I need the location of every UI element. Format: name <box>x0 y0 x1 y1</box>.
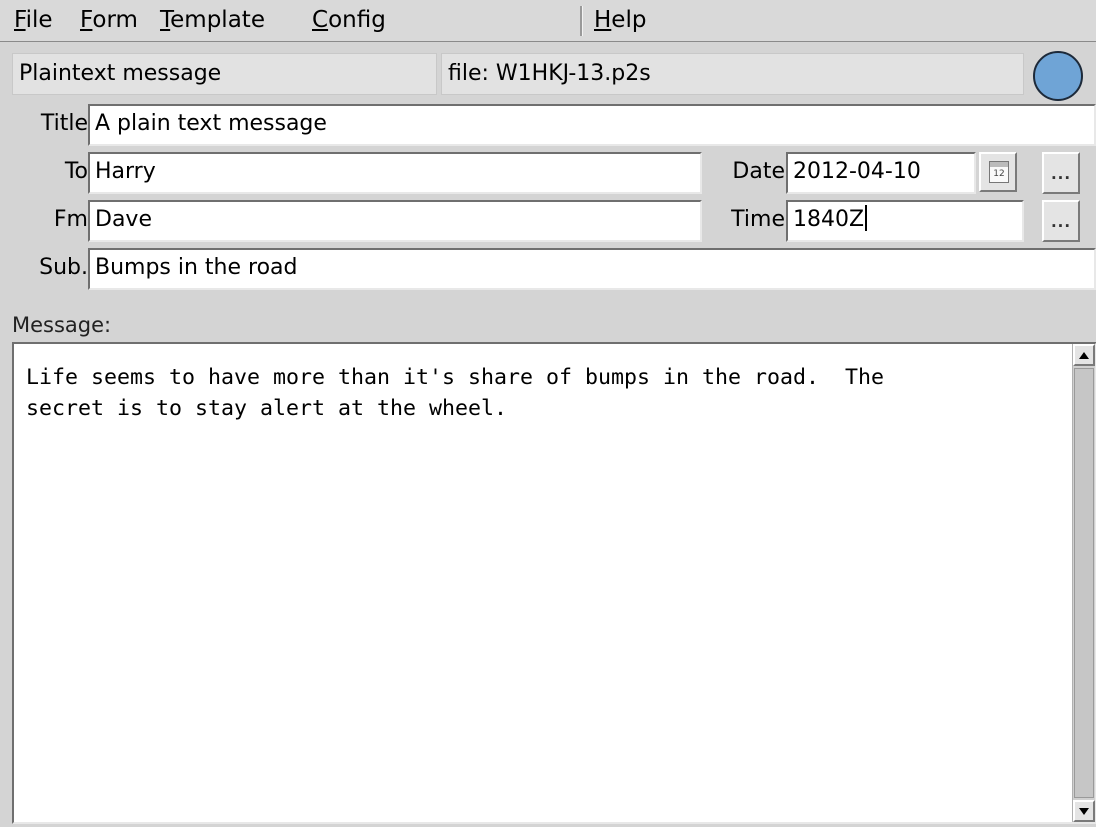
date-label: Date <box>732 159 785 184</box>
menu-config[interactable]: Config <box>312 4 386 36</box>
menu-bar: File Form Template Config Help <box>0 0 1096 42</box>
menu-separator <box>580 6 583 36</box>
menu-file[interactable]: File <box>14 4 53 36</box>
to-field[interactable]: Harry <box>88 152 702 194</box>
time-field[interactable]: 1840Z <box>786 200 1024 242</box>
menu-form[interactable]: Form <box>80 4 138 36</box>
file-name-display: file: W1HKJ-13.p2s <box>441 53 1024 95</box>
fm-field[interactable]: Dave <box>88 200 702 242</box>
to-label: To <box>64 159 88 184</box>
message-textarea[interactable]: Life seems to have more than it's share … <box>12 342 1096 824</box>
title-field[interactable]: A plain text message <box>88 104 1096 146</box>
subject-field[interactable]: Bumps in the road <box>88 248 1096 290</box>
calendar-icon: 12 <box>989 161 1009 183</box>
message-text[interactable]: Life seems to have more than it's share … <box>26 362 1056 424</box>
scroll-up-arrow-icon[interactable] <box>1073 344 1095 366</box>
message-label: Message: <box>12 313 112 337</box>
date-options-button[interactable]: ... <box>1042 152 1080 194</box>
menu-help[interactable]: Help <box>594 4 646 36</box>
title-label: Title <box>40 111 88 136</box>
status-indicator-icon <box>1033 51 1083 101</box>
fm-label: Fm <box>53 207 88 232</box>
form-type-display: Plaintext message <box>12 53 437 95</box>
message-scrollbar[interactable] <box>1072 344 1095 822</box>
subject-label: Sub. <box>39 255 88 280</box>
scroll-down-arrow-icon[interactable] <box>1073 800 1095 822</box>
menu-template[interactable]: Template <box>160 4 265 36</box>
calendar-button[interactable]: 12 <box>979 152 1017 192</box>
text-cursor <box>865 205 868 231</box>
time-label: Time <box>731 207 785 232</box>
date-field[interactable]: 2012-04-10 <box>786 152 976 194</box>
time-options-button[interactable]: ... <box>1042 200 1080 242</box>
scrollbar-thumb[interactable] <box>1074 368 1094 798</box>
